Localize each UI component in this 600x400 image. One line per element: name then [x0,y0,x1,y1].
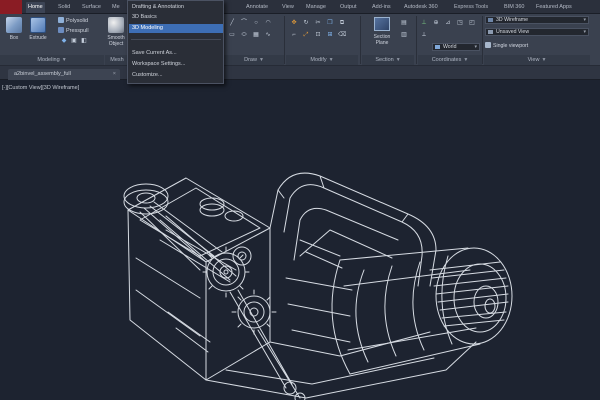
ucs-x-icon[interactable]: ⟂ [420,31,428,39]
menu-item-save-current-as[interactable]: Save Current As... [129,49,223,58]
menu-item-3d-modeling[interactable]: 3D Modeling [129,24,223,33]
presspull-button[interactable]: Presspull [58,27,89,35]
mirror-tool-icon[interactable]: ⧉ [338,19,346,27]
mesh-panel-title[interactable]: Mesh [105,55,129,65]
panel-separator [416,16,417,64]
close-icon[interactable]: × [113,69,116,80]
tab-featured-apps[interactable]: Featured Apps [534,2,574,13]
rectangle-tool-icon[interactable]: ▭ [228,31,236,39]
presspull-icon [58,27,64,33]
array-tool-icon[interactable]: ⊞ [326,31,334,39]
menu-divider [131,39,221,40]
rotate-tool-icon[interactable]: ↻ [302,19,310,27]
ucs-dropdown[interactable]: World ▾ [432,43,480,51]
file-tab-bar: a2binvel_assembly_full × [0,66,600,80]
box-button[interactable]: Box [4,17,24,51]
workspace-menu: Drafting & Annotation 3D Basics 3D Model… [127,0,224,84]
tab-solid[interactable]: Solid [56,2,72,13]
ucs-view-icon[interactable]: ⊿ [444,19,452,27]
extrude-label: Extrude [29,35,47,41]
section-tool-icon[interactable]: ▤ [400,19,408,27]
stretch-tool-icon[interactable]: ⤢ [302,31,310,39]
box-solid-icon [6,17,22,33]
view-panel-title[interactable]: View ▼ [484,55,590,65]
spline-tool-icon[interactable]: ∿ [264,31,272,39]
tab-bim-360[interactable]: BIM 360 [502,2,526,13]
box-label: Box [9,35,19,41]
ucs-face-icon[interactable]: ◳ [456,19,464,27]
menu-item-workspace-settings[interactable]: Workspace Settings... [129,60,223,69]
tab-autodesk-360[interactable]: Autodesk 360 [402,2,440,13]
autocad-app-icon[interactable] [0,0,22,14]
hatch-tool-icon[interactable]: ▦ [252,31,260,39]
smooth-object-button[interactable]: Smooth Object [104,17,128,51]
extrude-icon [30,17,46,33]
tab-add-ins[interactable]: Add-ins [370,2,393,13]
scale-tool-icon[interactable]: ⊡ [314,31,322,39]
tab-home[interactable]: Home [26,2,45,13]
viewport-config-button[interactable]: Single viewport [485,42,528,50]
tab-annotate[interactable]: Annotate [244,2,270,13]
ucs-origin-icon[interactable]: ⊕ [432,19,440,27]
copy-tool-icon[interactable]: ❐ [326,19,334,27]
named-view-icon [488,30,493,34]
section-tool-icon[interactable]: ▥ [400,31,408,39]
tab-output[interactable]: Output [338,2,359,13]
ribbon-tab-bar: Home Solid Surface Me Annotate View Mana… [0,0,600,14]
presspull-label: Presspull [66,28,89,34]
named-view-dropdown[interactable]: Unsaved View ▾ [485,28,589,36]
menu-item-customize[interactable]: Customize... [129,71,223,80]
modify-panel-title[interactable]: Modify ▼ [286,55,358,65]
menu-item-3d-basics[interactable]: 3D Basics [129,13,223,22]
ellipse-tool-icon[interactable]: ⬭ [240,31,248,39]
chevron-down-icon: ▾ [583,17,586,23]
panel-separator [482,16,483,64]
line-tool-icon[interactable]: ╱ [228,19,236,27]
smooth-object-icon [108,17,124,33]
chevron-down-icon: ▾ [583,29,586,35]
tab-mesh[interactable]: Me [110,2,122,13]
polysolid-button[interactable]: Polysolid [58,17,88,25]
menu-item-drafting-annotation[interactable]: Drafting & Annotation [129,3,223,12]
panel-separator [360,16,361,64]
ucs-object-icon[interactable]: ◰ [468,19,476,27]
tab-manage[interactable]: Manage [304,2,328,13]
tab-view[interactable]: View [280,2,296,13]
draw-panel-title[interactable]: Draw ▼ [224,55,284,65]
tab-surface[interactable]: Surface [80,2,103,13]
move-tool-icon[interactable]: ✥ [290,19,298,27]
solid-tool-icon[interactable]: ▣ [70,37,78,45]
panel-separator [284,16,285,64]
file-tab[interactable]: a2binvel_assembly_full × [8,69,120,80]
wireframe-assembly-model[interactable] [0,80,600,400]
viewport-config-icon [485,42,491,48]
ucs-icon[interactable]: ⊥ [420,19,428,27]
visual-style-icon [488,18,493,22]
solid-tool-icon[interactable]: ◧ [80,37,88,45]
modeling-panel-title[interactable]: Modeling ▼ [0,55,104,65]
trim-tool-icon[interactable]: ✂ [314,19,322,27]
chevron-down-icon: ▾ [474,44,477,50]
world-icon [435,45,440,49]
tab-express-tools[interactable]: Express Tools [452,2,490,13]
solid-tool-icon[interactable]: ◆ [60,37,68,45]
polyline-tool-icon[interactable]: ⌒ [240,19,248,27]
smooth-label-2: Object [108,41,124,47]
section-plane-icon[interactable] [374,17,390,31]
extrude-button[interactable]: Extrude [28,17,48,51]
visual-style-dropdown[interactable]: 3D Wireframe ▾ [485,16,589,24]
polysolid-label: Polysolid [66,18,89,24]
circle-tool-icon[interactable]: ○ [252,19,260,27]
polysolid-icon [58,17,64,23]
fillet-tool-icon[interactable]: ⌐ [290,31,298,39]
coordinates-panel-title[interactable]: Coordinates ▼ [418,55,482,65]
arc-tool-icon[interactable]: ◠ [264,19,272,27]
section-panel-title[interactable]: Section ▼ [362,55,414,65]
erase-tool-icon[interactable]: ⌫ [338,31,346,39]
section-plane-label[interactable]: Section Plane [366,34,398,46]
